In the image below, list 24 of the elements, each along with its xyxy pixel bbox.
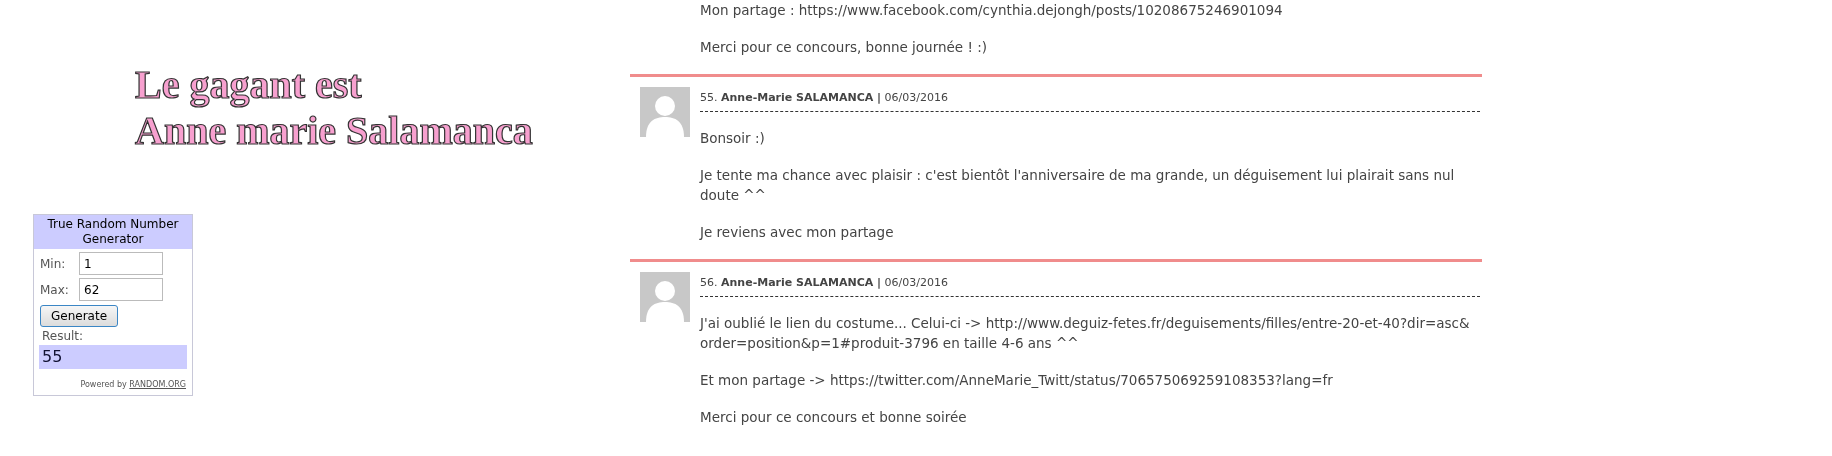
max-label: Max: — [40, 281, 70, 299]
min-label: Min: — [40, 255, 67, 273]
generate-button[interactable]: Generate — [40, 305, 119, 327]
avatar-icon — [640, 272, 690, 322]
result-value: 55 — [39, 345, 187, 369]
min-field[interactable]: 1 — [79, 252, 163, 275]
comment-text: Et mon partage -> https://twitter.com/AnneMarie_Twitt/status/706575069259108353?lang=fr — [700, 371, 1334, 390]
comment-text: Merci pour ce concours et bonne soirée — [700, 408, 968, 427]
widget-title: True Random Number Generator — [34, 215, 192, 249]
comment-text: Je tente ma chance avec plaisir : c'est bientôt l'anniversaire de ma grande, un déguisement lui plairait sans nul doute ^^ — [700, 166, 1456, 205]
max-field[interactable]: 62 — [79, 278, 163, 301]
headline-text: Le gagant est — [135, 62, 363, 108]
result-label: Result: — [41, 328, 85, 345]
comment-text: J'ai oublié le lien du costume... Celui-ci -> http://www.deguiz-fetes.fr/deguisements/filles/entre-20-et-40?dir=asc& order=position&p=1#produit-3796 en taille 4-6 ans ^^ — [700, 314, 1471, 353]
random-org-link[interactable]: RANDOM.ORG — [129, 380, 186, 389]
powered-by-text: Powered by — [80, 380, 128, 389]
headline-text: Anne marie Salamanca — [135, 108, 534, 154]
comment-text: Je reviens avec mon partage — [700, 223, 895, 242]
comment-meta: 55. Anne-Marie SALAMANCA | 06/03/2016 — [700, 90, 950, 105]
comment-text: Merci pour ce concours, bonne journée ! :) — [700, 38, 988, 57]
avatar-icon — [640, 87, 690, 137]
comment-text: Bonsoir :) — [700, 129, 766, 148]
comment-meta: 56. Anne-Marie SALAMANCA | 06/03/2016 — [700, 275, 950, 290]
comment-text: Mon partage : https://www.facebook.com/cynthia.dejongh/posts/10208675246901094 — [700, 1, 1284, 20]
